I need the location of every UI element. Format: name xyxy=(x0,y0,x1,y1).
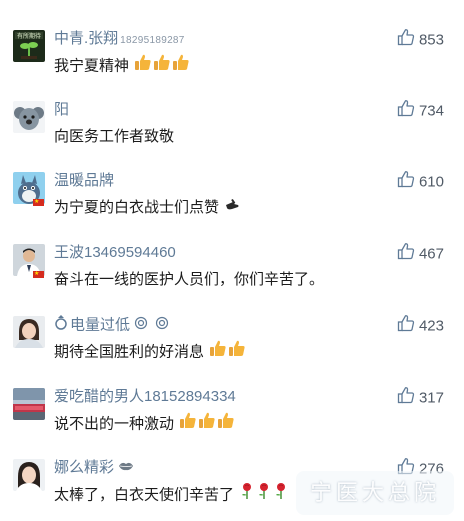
thumbs-up-outline-icon xyxy=(397,99,415,124)
like-count: 610 xyxy=(418,173,444,191)
comment-nickname[interactable]: 阳 xyxy=(54,101,69,118)
like-count: 467 xyxy=(418,245,444,263)
watermark: 宁医大总院 xyxy=(295,471,454,515)
comment-item: 爱吃醋的男人18152894334 说不出的一种激动 317 xyxy=(0,386,464,458)
thumbs-up-icon xyxy=(217,411,235,438)
thumbs-up-icon xyxy=(198,411,216,438)
thumbs-up-outline-icon xyxy=(397,28,415,53)
thumbs-up-outline-icon xyxy=(397,386,415,411)
comment-text-content: 太棒了，白衣天使们辛苦了 xyxy=(54,486,235,504)
avatar[interactable] xyxy=(13,101,45,133)
comment-text: 期待全国胜利的好消息 xyxy=(54,339,246,365)
rose-icon xyxy=(256,482,272,509)
lips-icon xyxy=(118,457,134,479)
china-flag-icon: ★ xyxy=(33,199,44,206)
rose-icon xyxy=(239,482,255,509)
comment-text-content: 说不出的一种激动 xyxy=(54,415,175,433)
thumbs-up-outline-icon xyxy=(397,170,415,195)
avatar[interactable]: 有所期待 xyxy=(13,30,45,62)
comment-author: 中青.张翔 18295189287 xyxy=(54,28,185,50)
comment-text: 为宁夏的白衣战士们点赞 xyxy=(54,195,240,221)
thumbs-up-outline-icon xyxy=(397,314,415,339)
thumbs-up-outline-icon xyxy=(397,242,415,267)
comment-author: 娜么精彩 xyxy=(54,457,136,479)
comment-text: 奋斗在一线的医护人员们，你们辛苦了。 xyxy=(54,267,324,293)
thumbs-up-icon xyxy=(228,339,246,366)
like-count: 423 xyxy=(418,317,444,335)
thumbs-up-icon xyxy=(153,53,171,80)
lollipop-icon xyxy=(134,315,148,337)
avatar[interactable] xyxy=(13,459,45,491)
thumbs-up-icon xyxy=(172,53,190,80)
pointing-hand-icon xyxy=(224,195,240,221)
comment-text-content: 为宁夏的白衣战士们点赞 xyxy=(54,199,220,216)
lollipop-icon xyxy=(155,315,169,337)
china-flag-icon: ★ xyxy=(33,271,44,278)
like-count: 317 xyxy=(418,389,444,407)
comment-nickname[interactable]: 王波13469594460 xyxy=(54,244,176,261)
like-button[interactable]: 467 xyxy=(397,242,444,264)
comment-text-content: 我宁夏精神 xyxy=(54,57,130,75)
comment-nickname-suffix: 18295189287 xyxy=(120,35,185,46)
comment-nickname[interactable]: 娜么精彩 xyxy=(54,459,114,476)
comment-text: 我宁夏精神 xyxy=(54,53,190,79)
comment-text: 向医务工作者致敬 xyxy=(54,124,174,150)
like-button[interactable]: 317 xyxy=(397,386,444,408)
svg-text:有所期待: 有所期待 xyxy=(17,32,41,40)
comment-item: ★ 温暖品牌 为宁夏的白衣战士们点赞 610 xyxy=(0,170,464,242)
comment-list: 有所期待 中青.张翔 18295189287 我宁夏精神 853 阳 向医务工作… xyxy=(0,0,464,521)
thumbs-up-icon xyxy=(134,53,152,80)
comment-author: 爱吃醋的男人18152894334 xyxy=(54,386,236,408)
comment-text: 说不出的一种激动 xyxy=(54,411,235,437)
comment-text-content: 向医务工作者致敬 xyxy=(54,128,175,145)
like-button[interactable]: 734 xyxy=(397,99,444,121)
comment-author: 温暖品牌 xyxy=(54,170,114,192)
like-button[interactable]: 853 xyxy=(397,28,444,50)
like-button[interactable]: 423 xyxy=(397,314,444,336)
comment-nickname[interactable]: 温暖品牌 xyxy=(54,172,114,189)
comment-item: 电量过低 期待全国胜利的好消息 423 xyxy=(0,314,464,386)
comment-item: 阳 向医务工作者致敬 734 xyxy=(0,99,464,171)
comment-text-content: 期待全国胜利的好消息 xyxy=(54,343,205,361)
comment-item: ★ 王波13469594460 奋斗在一线的医护人员们，你们辛苦了。 467 xyxy=(0,242,464,314)
avatar[interactable] xyxy=(13,316,45,348)
comment-nickname[interactable]: 中青.张翔 xyxy=(54,30,118,47)
comment-text: 太棒了，白衣天使们辛苦了 xyxy=(54,482,289,508)
comment-text-content: 奋斗在一线的医护人员们，你们辛苦了。 xyxy=(54,271,325,288)
thumbs-up-icon xyxy=(209,339,227,366)
comment-item: 有所期待 中青.张翔 18295189287 我宁夏精神 853 xyxy=(0,28,464,100)
comment-author: 王波13469594460 xyxy=(54,242,176,264)
like-count: 734 xyxy=(418,102,444,120)
thumbs-up-icon xyxy=(179,411,197,438)
like-count: 853 xyxy=(418,31,444,49)
comment-nickname[interactable]: 爱吃醋的男人18152894334 xyxy=(54,388,236,405)
like-button[interactable]: 610 xyxy=(397,170,444,192)
avatar[interactable] xyxy=(13,388,45,420)
comment-author: 阳 xyxy=(54,99,69,121)
comment-author: 电量过低 xyxy=(54,314,171,336)
rose-icon xyxy=(273,482,289,509)
comment-nickname[interactable]: 电量过低 xyxy=(70,317,130,334)
ring-icon xyxy=(54,314,68,337)
